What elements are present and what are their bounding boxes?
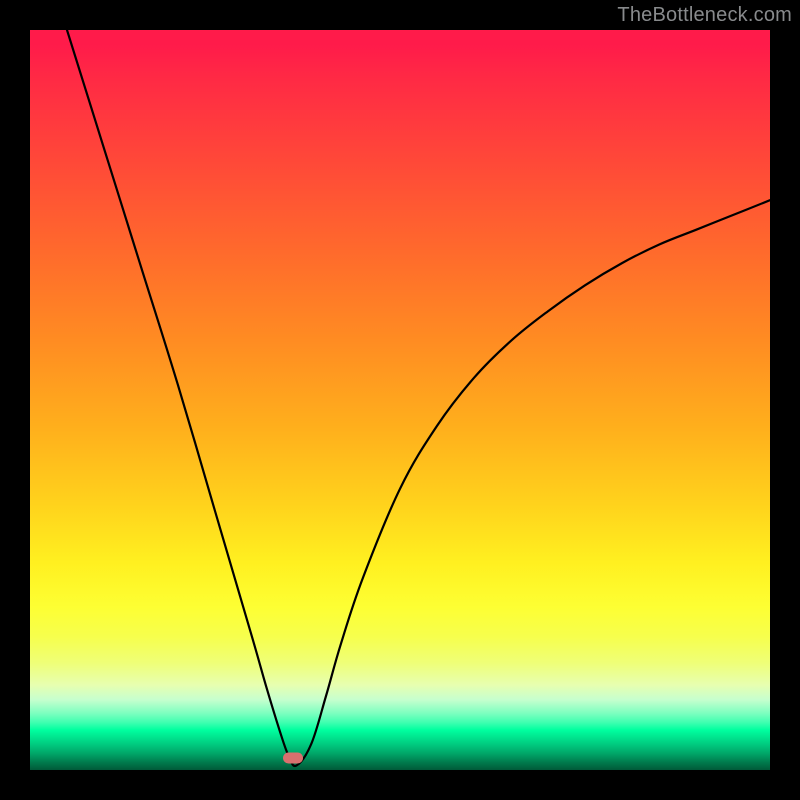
watermark-text: TheBottleneck.com bbox=[617, 4, 792, 27]
bottleneck-curve bbox=[30, 30, 770, 770]
chart-frame: TheBottleneck.com bbox=[0, 0, 800, 800]
optimal-point-marker bbox=[283, 753, 303, 764]
plot-area bbox=[30, 30, 770, 770]
